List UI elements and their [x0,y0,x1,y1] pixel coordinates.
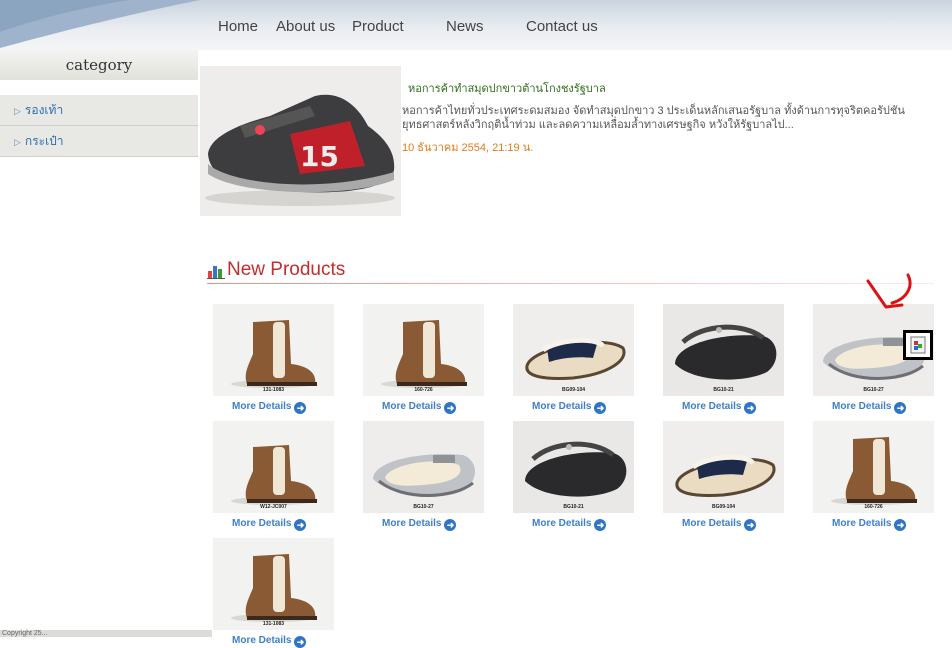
more-details-link[interactable]: More Details ➜ [532,518,607,531]
sneaker-image: 15 [200,66,401,216]
arrow-right-circle-icon: ➜ [744,402,757,414]
product-photo [813,421,934,513]
product-photo [513,304,634,396]
product-code: BG10-21 [713,387,734,393]
product-image[interactable]: 160-726 [363,304,484,396]
product-photo [213,421,334,513]
news-summary: หอการค้าไทยทั่วประเทศระดมสมอง จัดทำสมุดป… [402,105,905,131]
nav-home[interactable]: Home [218,18,258,35]
product-image[interactable]: 160-726 [813,421,934,513]
product-code: BG09-104 [561,387,586,393]
arrow-right-circle-icon: ➜ [594,519,607,531]
arrow-right-circle-icon: ➜ [594,402,607,414]
sidebar-item-bags[interactable]: ▷ กระเป๋า [0,126,198,157]
header-swoosh [0,0,200,48]
arrow-right-circle-icon: ➜ [894,402,907,414]
footer-copyright: Copyright 25... [2,630,48,637]
more-details-link[interactable]: More Details ➜ [382,401,457,414]
more-details-link[interactable]: More Details ➜ [382,518,457,531]
more-details-link[interactable]: More Details ➜ [232,518,307,531]
product-code: BG10-21 [563,504,584,510]
news-image-badge: 15 [300,140,339,173]
more-details-label: More Details [382,518,442,529]
category-heading: category [0,50,198,80]
product-code: BG09-104 [711,504,736,510]
more-details-label: More Details [682,401,742,412]
more-details-label: More Details [382,401,442,412]
more-details-link[interactable]: More Details ➜ [832,518,907,531]
triangle-right-icon: ▷ [14,106,21,116]
more-details-link[interactable]: More Details ➜ [532,401,607,414]
arrow-right-circle-icon: ➜ [444,402,457,414]
product-photo [213,538,334,630]
news-date: 10 ธันวาคม 2554, 21:19 น. [402,142,534,154]
more-details-label: More Details [232,401,292,412]
more-details-label: More Details [832,401,892,412]
red-arrow-icon [866,273,912,309]
arrow-right-circle-icon: ➜ [294,402,307,414]
more-details-label: More Details [532,401,592,412]
sidebar-item-label: รองเท้า [24,103,64,117]
more-details-label: More Details [532,518,592,529]
arrow-right-circle-icon: ➜ [894,519,907,531]
arrow-right-circle-icon: ➜ [294,636,307,648]
product-code: 160-726 [864,504,883,510]
product-code: W12-JC007 [260,504,287,510]
nav-contact[interactable]: Contact us [526,18,598,35]
product-photo [663,304,784,396]
product-code: BG10-27 [413,504,434,510]
site-header: Home About us Product News Contact us [0,0,952,50]
more-details-label: More Details [832,518,892,529]
product-photo [213,304,334,396]
nav-news[interactable]: News [446,18,484,35]
product-photo [663,421,784,513]
more-details-link[interactable]: More Details ➜ [682,401,757,414]
product-code: 160-726 [414,387,433,393]
sidebar-item-label: กระเป๋า [24,134,64,148]
product-image[interactable]: BG10-21 [663,304,784,396]
product-image[interactable]: BG10-27 [363,421,484,513]
more-details-label: More Details [232,518,292,529]
section-divider [207,283,934,284]
product-code: BG10-27 [863,387,884,393]
sidebar-item-shoes[interactable]: ▷ รองเท้า [0,95,198,126]
section-title: New Products [227,259,346,280]
product-image[interactable]: BG10-21 [513,421,634,513]
product-photo [363,304,484,396]
news-image[interactable]: 15 [200,66,401,216]
product-image[interactable]: 131-1083 [213,304,334,396]
nav-about[interactable]: About us [276,18,335,35]
arrow-right-circle-icon: ➜ [444,519,457,531]
nav-product[interactable]: Product [352,18,404,35]
product-image[interactable]: BG09-104 [513,304,634,396]
arrow-right-circle-icon: ➜ [294,519,307,531]
product-code: 131-1083 [262,387,285,393]
triangle-right-icon: ▷ [14,137,21,147]
product-code: 131-1083 [262,621,285,627]
bar-chart-icon [207,266,225,279]
more-details-label: More Details [682,518,742,529]
more-details-link[interactable]: More Details ➜ [682,518,757,531]
missing-plugin-icon[interactable] [903,330,933,360]
product-image[interactable]: BG09-104 [663,421,784,513]
product-photo [363,421,484,513]
more-details-link[interactable]: More Details ➜ [232,401,307,414]
arrow-right-circle-icon: ➜ [744,519,757,531]
product-photo [513,421,634,513]
product-image[interactable]: W12-JC007 [213,421,334,513]
product-image[interactable]: 131-1083 [213,538,334,630]
more-details-link[interactable]: More Details ➜ [832,401,907,414]
news-title-link[interactable]: หอการค้าทำสมุดปกขาวต้านโกงชงรัฐบาล [408,79,606,97]
